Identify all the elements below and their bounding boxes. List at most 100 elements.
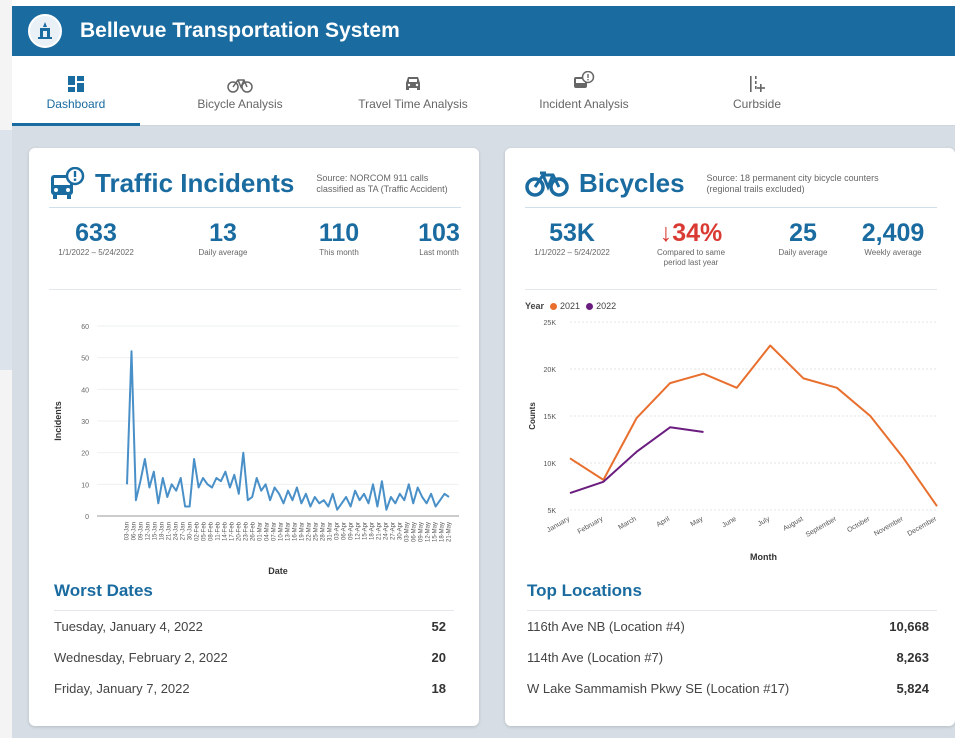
x-tick-label: 09-Apr [349,522,355,540]
x-tick-label: 09-May [419,522,425,542]
kpi-label: 1/1/2022 – 5/24/2022 [58,248,134,257]
incidents-line-chart: 010203040506003-Jan 06-Jan 09-Jan 12-Jan 15-… [53,324,459,576]
curbside-icon [748,71,766,93]
y-tick-label: 25K [544,320,557,327]
list-item-value: 5,824 [896,681,929,696]
bicycle-icon [525,171,569,197]
y-tick-label: 10 [81,482,89,489]
kpi-value: 25 [789,219,817,247]
bicycle-counts-line-chart: 5K 10K 15K 20K 25K January February March April M… [528,320,939,562]
chart-legend: Year 2021 2022 [525,301,616,311]
kpi-this-month: 110 This month [299,218,379,258]
traffic-incidents-card: Traffic Incidents Source: NORCOM 911 cal… [29,148,479,726]
x-tick-label: August [782,516,804,533]
kpi-value: 110 [318,219,360,247]
x-tick-label: 27-Apr [391,522,397,540]
x-tick-label: February [577,515,605,535]
x-tick-label: 12-May [426,522,432,542]
incident-bus-icon [51,166,85,199]
car-icon [403,71,423,93]
kpi-change: ↓34% Compared to same period last year [645,218,737,268]
x-tick-label: 21-Jan [167,522,173,540]
x-tick-label: 28-Mar [321,522,327,541]
list-item-value: 8,263 [896,650,929,665]
y-axis-label: Counts [528,402,537,430]
x-tick-label: 24-Jan [174,522,180,540]
list-item-label: 114th Ave (Location #7) [527,650,664,665]
list-item: Tuesday, January 4, 2022 52 [54,611,454,642]
tab-label: Travel Time Analysis [358,97,468,111]
tab-incident-analysis[interactable]: Incident Analysis [520,56,648,126]
kpi-value: 2,409 [861,219,925,247]
x-tick-label: November [873,515,905,538]
kpi-value: 13 [209,219,237,247]
x-tick-label: 30-Jan [188,522,194,540]
card-header: Bicycles Source: 18 permanent city bicyc… [525,160,937,208]
worst-dates-title: Worst Dates [54,581,153,600]
list-item-value: 10,668 [889,619,929,634]
kpi-total: 53K 1/1/2022 – 5/24/2022 [525,218,619,258]
x-tick-label: 06-Jan [132,522,138,540]
list-item-value: 20 [431,650,446,665]
x-tick-label: April [655,515,671,528]
bicycle-icon [227,71,253,93]
x-tick-label: 09-Jan [139,522,145,540]
legend-swatch-2022 [586,302,594,310]
x-tick-label: 30-Apr [398,522,404,540]
kpi-daily-average: 25 Daily average [763,218,843,258]
x-tick-label: 15-Apr [363,522,369,540]
list-item-label: W Lake Sammamish Pkwy SE (Location #17) [527,681,790,696]
x-tick-label: September [805,515,839,539]
list-item: W Lake Sammamish Pkwy SE (Location #17) 5… [527,673,937,704]
main-tabs: Dashboard Bicycle Analysis Travel Time A… [12,56,955,126]
x-tick-label: December [907,515,939,538]
kpi-label: Daily average [778,248,828,257]
x-tick-label: 21-May [447,522,453,542]
x-tick-label: 01-Mar [258,522,264,541]
background-panel [0,130,12,370]
y-tick-label: 5K [547,508,556,515]
x-tick-label: 14-Feb [223,521,229,541]
x-tick-label: 16-Mar [293,522,299,541]
tab-bicycle-analysis[interactable]: Bicycle Analysis [172,56,308,126]
x-tick-label: 12-Apr [356,522,362,540]
legend-swatch-2021 [550,302,558,310]
kpi-value: ↓34% [659,219,723,247]
x-tick-label: 18-Apr [370,522,376,540]
x-tick-label: 03-May [405,522,411,542]
x-tick-label: 18-May [440,522,446,542]
x-tick-label: 04-Mar [265,522,271,541]
y-tick-label: 30 [81,419,89,426]
y-tick-label: 10K [544,461,557,468]
x-tick-label: 02-Feb [195,521,201,541]
series-line-2022 [569,426,704,495]
list-item-label: 116th Ave NB (Location #4) [527,619,685,634]
x-axis-label: Month [750,552,777,562]
x-tick-label: 03-Jan [125,522,131,540]
dashboard-icon [67,71,85,93]
x-tick-label: 21-Apr [377,522,383,540]
y-axis-label: Incidents [53,401,63,441]
x-tick-label: 26-Feb [251,521,257,541]
card-title: Traffic Incidents [95,168,295,198]
x-tick-label: 27-Jan [181,522,187,540]
tab-travel-time-analysis[interactable]: Travel Time Analysis [342,56,484,126]
x-tick-label: 08-Feb [209,521,215,541]
x-tick-label: 17-Feb [230,521,236,541]
kpi-value: 103 [418,219,460,247]
y-tick-label: 60 [81,324,89,331]
x-tick-label: 22-Mar [307,522,313,541]
tab-curbside[interactable]: Curbside [702,56,812,126]
x-tick-label: 20-Feb [237,521,243,541]
series-line-incidents [126,350,450,511]
x-tick-label: 03-Apr [335,522,341,540]
tab-dashboard[interactable]: Dashboard [12,56,140,126]
x-tick-label: 15-May [433,522,439,542]
x-tick-label: 18-Jan [160,522,166,540]
x-tick-label: 07-Mar [272,522,278,541]
kpi-row: 633 1/1/2022 – 5/24/2022 13 Daily averag… [49,218,461,290]
source-note: Source: 18 permanent city bicycle counte… [706,172,879,194]
x-tick-label: 23-Feb [244,521,250,541]
kpi-last-month: 103 Last month [399,218,479,258]
kpi-label: 1/1/2022 – 5/24/2022 [534,248,610,257]
